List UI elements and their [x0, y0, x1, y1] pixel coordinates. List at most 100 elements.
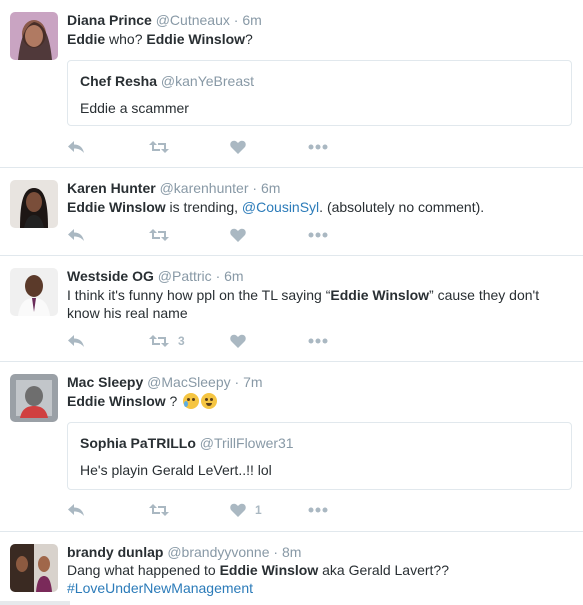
- bottom-fade: [0, 601, 70, 605]
- reply-icon: [68, 141, 84, 153]
- retweet-icon: [149, 335, 169, 347]
- text-bold: Eddie Winslow: [330, 287, 430, 303]
- separator: ·: [273, 544, 279, 560]
- quoted-tweet[interactable]: Chef Resha @kanYeBreast Eddie a scammer: [67, 60, 572, 126]
- tweet-item[interactable]: Karen Hunter @karenhunter · 6m Eddie Win…: [0, 168, 583, 256]
- text-bold: Eddie Winslow: [67, 393, 166, 409]
- display-name[interactable]: brandy dunlap: [67, 544, 163, 560]
- like-icon: [230, 334, 246, 348]
- text: . (absolutely no comment).: [319, 199, 485, 215]
- display-name[interactable]: Karen Hunter: [67, 180, 156, 196]
- retweet-icon: [149, 504, 169, 516]
- tweet-item[interactable]: Diana Prince @Cutneaux · 6m Eddie who? E…: [0, 0, 583, 168]
- text: I think it's funny how ppl on the TL say…: [67, 287, 331, 303]
- quoted-tweet[interactable]: Sophia PaTRILLo @TrillFlower31 He's play…: [67, 422, 572, 490]
- retweet-button[interactable]: [149, 500, 178, 520]
- text: Dang what happened to: [67, 562, 220, 578]
- text-bold: Eddie Winslow: [146, 31, 246, 47]
- text-bold: Eddie Winslow: [67, 199, 166, 215]
- user-handle[interactable]: @brandyyvonne: [167, 544, 269, 560]
- tweet-header: Mac Sleepy @MacSleepy · 7m: [67, 373, 263, 391]
- retweet-button[interactable]: [149, 225, 178, 245]
- reply-icon: [68, 504, 84, 516]
- tweet-text: I think it's funny how ppl on the TL say…: [67, 286, 572, 322]
- more-button[interactable]: [308, 500, 328, 520]
- tweet-text: Eddie who? Eddie Winslow?: [67, 30, 572, 48]
- more-button[interactable]: [308, 225, 328, 245]
- like-button[interactable]: [230, 331, 255, 351]
- like-button[interactable]: [230, 137, 255, 157]
- display-name[interactable]: Diana Prince: [67, 12, 152, 28]
- text-bold: Eddie Winslow: [219, 562, 319, 578]
- tears-of-joy-emoji: [201, 393, 218, 409]
- quoted-text: He's playin Gerald LeVert..!! lol: [80, 462, 272, 478]
- timestamp[interactable]: 6m: [261, 180, 280, 196]
- separator: ·: [234, 374, 240, 390]
- timestamp[interactable]: 6m: [224, 268, 243, 284]
- text: is trending,: [165, 199, 242, 215]
- quoted-name: Sophia PaTRILLo: [80, 435, 196, 451]
- more-button[interactable]: [308, 331, 328, 351]
- reply-button[interactable]: [67, 500, 85, 520]
- tweet-text: Eddie Winslow is trending, @CousinSyl. (…: [67, 198, 572, 216]
- timestamp[interactable]: 6m: [242, 12, 261, 28]
- like-count: 1: [255, 503, 262, 517]
- avatar[interactable]: [10, 180, 58, 228]
- like-icon: [230, 503, 246, 517]
- quoted-handle: @TrillFlower31: [199, 435, 294, 451]
- tweet-item[interactable]: Westside OG @Pattric · 6m I think it's f…: [0, 256, 583, 362]
- retweet-button[interactable]: 3: [149, 331, 185, 351]
- display-name[interactable]: Mac Sleepy: [67, 374, 143, 390]
- mention-link[interactable]: @CousinSyl: [242, 199, 319, 215]
- text: who?: [105, 31, 147, 47]
- tweet-header: Diana Prince @Cutneaux · 6m: [67, 11, 262, 29]
- reply-button[interactable]: [67, 331, 85, 351]
- tweet-actions: [67, 137, 367, 157]
- more-icon: [308, 338, 328, 344]
- tweet-text: Eddie Winslow ?: [67, 392, 572, 410]
- more-icon: [308, 232, 328, 238]
- display-name[interactable]: Westside OG: [67, 268, 154, 284]
- user-handle[interactable]: @Cutneaux: [156, 12, 230, 28]
- reply-button[interactable]: [67, 225, 85, 245]
- like-icon: [230, 228, 246, 242]
- retweet-icon: [149, 229, 169, 241]
- timestamp[interactable]: 8m: [282, 544, 301, 560]
- more-icon: [308, 507, 328, 513]
- reply-icon: [68, 229, 84, 241]
- timestamp[interactable]: 7m: [243, 374, 262, 390]
- reply-button[interactable]: [67, 137, 85, 157]
- user-handle[interactable]: @karenhunter: [160, 180, 249, 196]
- tweet-header: Karen Hunter @karenhunter · 6m: [67, 179, 280, 197]
- tweet-item[interactable]: Mac Sleepy @MacSleepy · 7m Eddie Winslow…: [0, 362, 583, 532]
- text: ?: [165, 393, 182, 409]
- retweet-icon: [149, 141, 169, 153]
- crying-face-emoji: [183, 393, 200, 409]
- quoted-header: Sophia PaTRILLo @TrillFlower31: [80, 434, 294, 452]
- quoted-name: Chef Resha: [80, 73, 158, 89]
- more-button[interactable]: [308, 137, 328, 157]
- text: aka Gerald Lavert??: [318, 562, 449, 578]
- avatar[interactable]: [10, 12, 58, 60]
- retweet-button[interactable]: [149, 137, 178, 157]
- tweet-item[interactable]: brandy dunlap @brandyyvonne · 8m Dang wh…: [0, 532, 583, 605]
- avatar[interactable]: [10, 374, 58, 422]
- quoted-header: Chef Resha @kanYeBreast: [80, 72, 254, 90]
- avatar[interactable]: [10, 268, 58, 316]
- like-button[interactable]: [230, 225, 255, 245]
- user-handle[interactable]: @Pattric: [158, 268, 212, 284]
- tweet-actions: 3: [67, 331, 367, 351]
- tweet-actions: 1: [67, 500, 367, 520]
- hashtag-link[interactable]: #LoveUnderNewManagement: [67, 580, 253, 596]
- like-button[interactable]: 1: [230, 500, 262, 520]
- quoted-handle: @kanYeBreast: [160, 73, 255, 89]
- avatar[interactable]: [10, 544, 58, 592]
- user-handle[interactable]: @MacSleepy: [147, 374, 230, 390]
- separator: ·: [233, 12, 239, 28]
- tweet-actions: [67, 225, 367, 245]
- tweet-header: brandy dunlap @brandyyvonne · 8m: [67, 543, 301, 561]
- more-icon: [308, 144, 328, 150]
- separator: ·: [252, 180, 258, 196]
- quoted-text: Eddie a scammer: [80, 100, 189, 116]
- text: ?: [245, 31, 253, 47]
